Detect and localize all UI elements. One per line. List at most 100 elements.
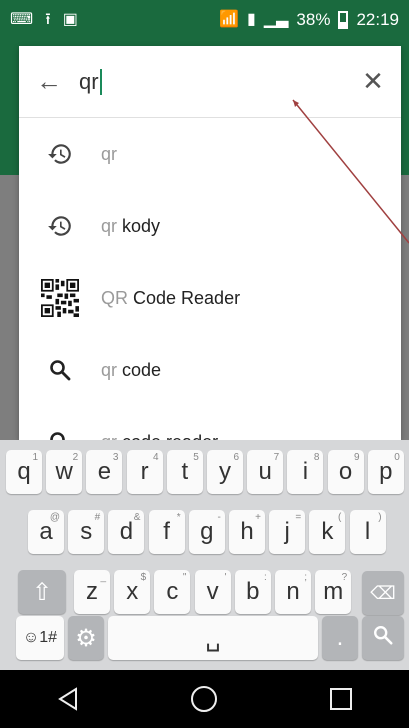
suggestion-item[interactable]: qr (19, 118, 401, 190)
key-s[interactable]: # s (68, 510, 105, 554)
key-hint: 4 (153, 452, 159, 463)
key-i[interactable]: 8i (287, 450, 324, 494)
key-hint: * (176, 512, 181, 523)
navigation-bar (0, 670, 409, 728)
key-label: v (206, 578, 219, 605)
suggestion-label: QR Code Reader (101, 287, 241, 308)
suggestion-label: qr kody (101, 215, 161, 236)
key-w[interactable]: 2w (46, 450, 83, 494)
key-hint: 0 (394, 452, 400, 463)
key-hint: 9 (354, 452, 360, 463)
key-hint: 8 (313, 452, 320, 463)
key-x[interactable]: $ x (114, 570, 151, 614)
key-label: k (321, 518, 334, 545)
key-f[interactable]: * f (148, 510, 185, 554)
nav-home-button[interactable] (174, 670, 234, 728)
key-label: j (284, 518, 290, 545)
key-hint: : (264, 572, 267, 583)
space-key[interactable]: ␣ (108, 616, 318, 660)
key-y[interactable]: 6y (207, 450, 243, 494)
search-icon (19, 430, 101, 440)
key-e[interactable]: 3e (86, 450, 123, 494)
key-label: x (126, 578, 139, 605)
backspace-key[interactable]: ⌫ (362, 571, 404, 615)
key-hint: ? (341, 572, 348, 583)
suggestion-label: qr code (101, 359, 162, 380)
suggestion-label: qr code reader (101, 432, 218, 441)
key-hint: ; (304, 572, 307, 583)
history-icon (19, 213, 101, 239)
text-cursor (99, 68, 102, 95)
home-icon (191, 686, 218, 712)
key-l[interactable]: ) l (349, 510, 386, 554)
key-hint: ' (224, 572, 227, 583)
key-c[interactable]: " c (154, 570, 191, 614)
close-icon: ✕ (362, 66, 384, 96)
key-hint: ( (338, 512, 342, 523)
key-m[interactable]: ? m (315, 570, 352, 614)
key-label: r (140, 458, 149, 485)
nav-back-button[interactable] (38, 670, 98, 728)
key-label: d (119, 518, 134, 545)
key-label: u (258, 458, 272, 485)
key-a[interactable]: @ a (28, 510, 64, 554)
recents-icon (329, 688, 352, 710)
battery-percent: 38% (296, 10, 331, 29)
key-hint: 7 (273, 452, 280, 463)
key-h[interactable]: + h (229, 510, 265, 554)
backspace-icon: ⌫ (370, 582, 396, 603)
key-b[interactable]: :b (234, 570, 271, 614)
key-hint: 5 (193, 452, 199, 463)
key-label: c (166, 578, 179, 605)
key-u[interactable]: 7u (247, 450, 284, 494)
settings-key[interactable]: ⚙ (68, 616, 104, 660)
suggestion-item[interactable]: qr code reader (19, 406, 401, 440)
key-g[interactable]: -g (188, 510, 225, 554)
back-button[interactable]: ← (19, 46, 79, 118)
shift-icon: ⇧ (31, 578, 53, 606)
status-bar: ⌨ ⭱ ▣ 📶 ▮ ▁▃ 38% 22:19 (0, 0, 409, 40)
key-hint: - (217, 512, 221, 523)
key-z[interactable]: _ z (74, 570, 110, 614)
key-q[interactable]: 1q (6, 450, 42, 494)
key-label: f (163, 518, 170, 545)
key-hint: 2 (72, 452, 79, 463)
shift-key[interactable]: ⇧ (18, 570, 66, 614)
key-p[interactable]: 0p (367, 450, 404, 494)
suggestion-item[interactable]: qr kody (19, 190, 401, 262)
key-t[interactable]: 5t (166, 450, 203, 494)
key-r[interactable]: 4r (126, 450, 163, 494)
suggestion-item[interactable]: qr code (19, 334, 401, 406)
arrow-left-icon: ← (36, 66, 62, 96)
key-hint: ) (378, 512, 382, 523)
key-k[interactable]: (k (309, 510, 346, 554)
keyboard: ⇧ ⌫ ☺1# ⚙ ␣ . 1 q 2 w 3 e 4 r 5 t 6 y 7 u 8 i 9 o 0 p @ a # s & d… (0, 440, 409, 670)
gear-icon: ⚙ (75, 624, 97, 652)
suggestion-item[interactable]: QR Code Reader (19, 262, 401, 334)
key-j[interactable]: = j (269, 510, 306, 554)
key-hint: 3 (112, 452, 119, 463)
key-v[interactable]: ' v (194, 570, 231, 614)
keyboard-icon: ⌨ (10, 11, 34, 28)
key-hint: _ (100, 572, 106, 583)
key-label: y (219, 458, 231, 485)
search-card: ← qr ✕ qr qr kody QR Code Reader qr code (19, 46, 401, 440)
search-key[interactable] (362, 616, 404, 660)
key-label: o (338, 458, 353, 485)
clear-button[interactable]: ✕ (345, 46, 401, 118)
symbols-key[interactable]: ☺1# (16, 616, 64, 660)
signal-icon: ▁▃ (263, 11, 289, 28)
key-hint: " (182, 572, 187, 583)
key-n[interactable]: ; n (275, 570, 311, 614)
key-label: q (17, 458, 31, 485)
nav-recents-button[interactable] (311, 670, 371, 728)
period-key[interactable]: . (322, 616, 358, 660)
key-label: w (55, 458, 73, 485)
key-label: p (379, 458, 393, 485)
key-hint: @ (49, 512, 60, 523)
search-input[interactable]: qr (79, 46, 345, 118)
key-d[interactable]: & d (108, 510, 145, 554)
key-o[interactable]: 9o (327, 450, 364, 494)
key-hint: = (295, 512, 302, 523)
upload-icon: ⭱ (45, 11, 51, 28)
